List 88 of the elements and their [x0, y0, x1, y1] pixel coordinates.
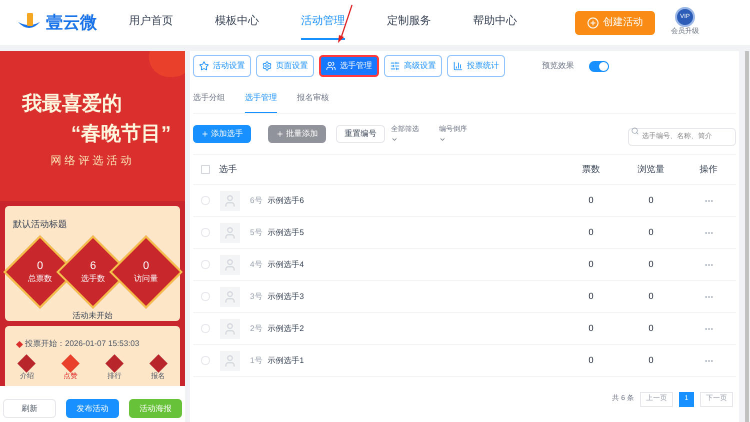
nav-link[interactable]: 模板中心: [215, 5, 259, 40]
chevron-down-icon: [391, 136, 398, 143]
gear-icon: [262, 61, 272, 71]
views-cell-text: 0: [647, 354, 654, 367]
contestant-name: 示例选手2: [267, 322, 305, 334]
stat-label: 总票数: [28, 273, 52, 284]
column-header: 操作: [698, 162, 718, 176]
bar-chart-icon: [453, 61, 463, 71]
stat-label: 选手数: [80, 273, 104, 284]
contestant-number: 4号: [250, 258, 262, 270]
row-checkbox[interactable]: [201, 228, 210, 237]
activity-status: 活动未开始: [72, 310, 112, 322]
stat-value: 0: [142, 260, 149, 274]
star-icon: [199, 61, 209, 71]
contestant-number: 5号: [250, 226, 262, 238]
reset-number-button[interactable]: 重置编号: [336, 125, 385, 143]
plus-circle-icon: [587, 16, 599, 28]
contestant-number: 3号: [250, 290, 262, 302]
contestant-name: 示例选手3: [267, 290, 305, 302]
contestant-number: 6号: [250, 194, 262, 206]
sub-tab[interactable]: 选手分组: [193, 92, 225, 113]
contestant-number: 1号: [250, 354, 262, 366]
avatar-placeholder: [220, 254, 240, 274]
banner-title: “春晚节目”: [71, 122, 171, 147]
views-cell-text: 0: [647, 322, 654, 335]
row-checkbox[interactable]: [201, 356, 210, 365]
avatar-placeholder: [220, 222, 240, 242]
sliders-icon: [390, 61, 400, 71]
views-cell-text: 0: [647, 194, 654, 207]
contestant-name: 示例选手4: [267, 258, 305, 270]
nav-link[interactable]: 用户首页: [129, 5, 173, 40]
views-cell-text: 0: [647, 258, 654, 271]
action-button[interactable]: 刷新: [3, 399, 56, 418]
users-icon: [326, 61, 336, 71]
column-header: 选手: [219, 162, 238, 176]
avatar-placeholder: [220, 318, 240, 338]
column-header: 票数: [581, 162, 601, 176]
sub-tab[interactable]: 选手管理: [245, 92, 277, 113]
toolbar-button[interactable]: 页面设置: [256, 55, 314, 77]
views-cell-text: 0: [647, 226, 654, 239]
contestant-name: 示例选手6: [267, 194, 305, 206]
toolbar-button[interactable]: 活动设置: [193, 55, 251, 77]
nav-link[interactable]: 定制服务: [387, 5, 431, 40]
avatar-placeholder: [220, 286, 240, 306]
row-checkbox[interactable]: [201, 292, 210, 301]
diamond-bullet-icon: [16, 340, 24, 348]
votes-cell-text: 0: [587, 258, 594, 271]
preview-toggle-label: 预览效果: [542, 60, 574, 72]
votes-cell-text: 0: [587, 194, 594, 207]
stat-value: 6: [89, 260, 96, 274]
activity-title: 默认活动标题: [13, 218, 68, 231]
stat-value: 0: [36, 260, 43, 274]
toolbar-button[interactable]: 高级设置: [384, 55, 442, 77]
contestant-number: 2号: [250, 322, 262, 334]
sub-tab[interactable]: 报名审核: [297, 92, 329, 113]
add-contestant-button[interactable]: 添加选手: [193, 125, 251, 143]
create-activity-button[interactable]: 创建活动: [575, 10, 655, 34]
column-header: 浏览量: [636, 162, 666, 176]
stat-label: 访问量: [134, 273, 158, 284]
views-cell-text: 0: [647, 290, 654, 303]
plus-icon: [276, 130, 284, 138]
vote-start-text: 投票开始：2026-01-07 15:53:03: [25, 338, 140, 350]
action-button[interactable]: 活动海报: [129, 399, 182, 418]
logo-text: 壹云微: [46, 12, 97, 34]
row-checkbox[interactable]: [201, 260, 210, 269]
votes-cell-text: 0: [587, 226, 594, 239]
votes-cell-text: 0: [587, 322, 594, 335]
nav-link[interactable]: 帮助中心: [473, 5, 517, 40]
toolbar-button[interactable]: 投票统计: [447, 55, 505, 77]
toolbar-button[interactable]: 选手管理: [319, 55, 379, 77]
plus-icon: [201, 130, 209, 138]
contestant-name: 示例选手5: [267, 226, 305, 238]
batch-add-button[interactable]: 批量添加: [268, 125, 326, 143]
banner-title: 我最喜爱的: [22, 92, 122, 117]
votes-cell-text: 0: [587, 354, 594, 367]
votes-cell-text: 0: [587, 290, 594, 303]
action-button[interactable]: 发布活动: [66, 399, 119, 418]
avatar-placeholder: [220, 350, 240, 370]
avatar-placeholder: [220, 190, 240, 210]
contestant-name: 示例选手1: [267, 354, 305, 366]
banner-subtitle: 网络评选活动: [50, 154, 134, 169]
select-all-checkbox[interactable]: [201, 165, 210, 174]
row-checkbox[interactable]: [201, 324, 210, 333]
row-checkbox[interactable]: [201, 196, 210, 205]
annotation-arrow: [336, 4, 354, 44]
chevron-down-icon: [439, 136, 446, 143]
preview-toggle[interactable]: [589, 60, 609, 72]
search-icon: [631, 127, 639, 135]
